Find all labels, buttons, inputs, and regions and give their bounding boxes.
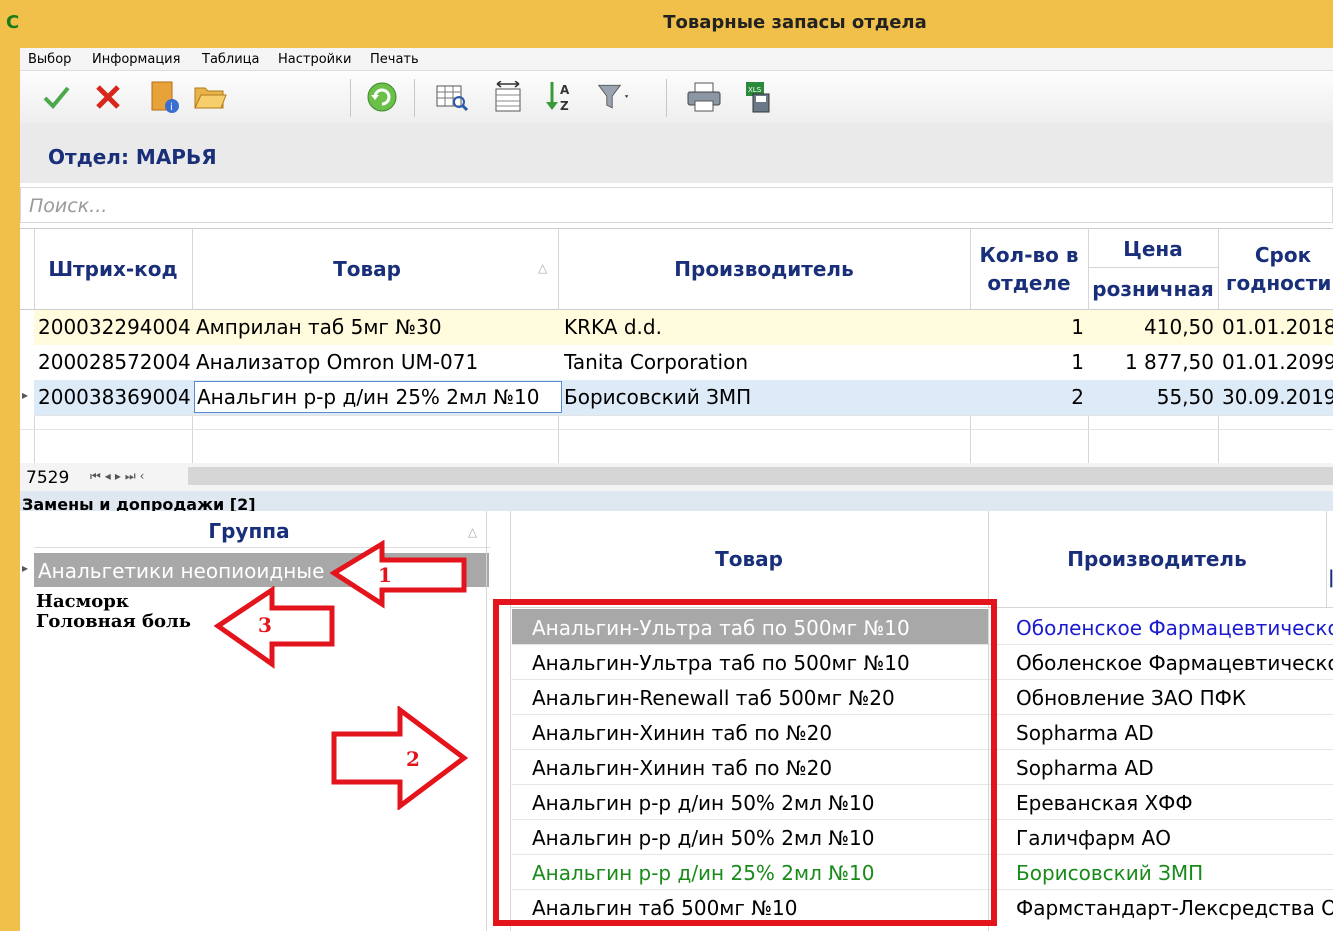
check-icon[interactable] bbox=[38, 79, 74, 115]
col-extra-header: | bbox=[1328, 567, 1333, 588]
col-expiry-header-line2: годности bbox=[1226, 271, 1332, 295]
svg-text:A: A bbox=[560, 83, 570, 97]
sort-indicator-icon: △ bbox=[538, 261, 548, 275]
col-qty-header-line2: отделе bbox=[987, 271, 1071, 295]
replacement-manufacturer[interactable]: Ереванская ХФФ bbox=[1016, 791, 1333, 815]
replacement-manufacturer[interactable]: Фармстандарт-Лексредства О. bbox=[1016, 896, 1333, 920]
replacement-manufacturer[interactable]: Sopharma AD bbox=[1016, 721, 1333, 745]
excel-save-icon[interactable]: XLS bbox=[740, 79, 776, 115]
cell-manufacturer: Борисовский ЗМП bbox=[564, 385, 752, 409]
menu-bar: Выбор Информация Таблица Настройки Печат… bbox=[20, 48, 1333, 71]
record-count: 7529 bbox=[26, 468, 70, 488]
cell-barcode: 200032294004 bbox=[38, 315, 191, 339]
col-manufacturer-header[interactable]: Производитель bbox=[988, 547, 1326, 571]
col-expiry-header-line1[interactable]: Срок bbox=[1218, 243, 1333, 267]
toolbar-separator bbox=[414, 79, 415, 117]
replacement-manufacturer[interactable]: Оболенское Фармацевтическо bbox=[1016, 651, 1333, 675]
replacements-title: Замены и допродажи [2] bbox=[22, 495, 256, 511]
navigation-arrows-icon[interactable]: ⏮◂▸⏭‹ bbox=[90, 469, 148, 484]
folder-open-icon[interactable] bbox=[192, 79, 228, 115]
replacement-manufacturer[interactable]: Обновление ЗАО ПФК bbox=[1016, 686, 1333, 710]
cell-price: 1 877,50 bbox=[1124, 350, 1214, 374]
department-label: Отдел: МАРЬЯ bbox=[48, 145, 217, 169]
annotation-highlight-box bbox=[493, 599, 997, 926]
menu-select[interactable]: Выбор bbox=[28, 52, 71, 67]
svg-text:Z: Z bbox=[560, 99, 569, 113]
toolbar-separator bbox=[666, 79, 667, 117]
cell-expiry: 30.09.2019 bbox=[1222, 385, 1333, 409]
cell-qty: 1 bbox=[1071, 315, 1084, 339]
cell-expiry: 01.01.2018 bbox=[1222, 315, 1333, 339]
menu-info[interactable]: Информация bbox=[92, 52, 180, 67]
annotation-label-2: 2 bbox=[406, 747, 420, 771]
col-manufacturer-header[interactable]: Производитель bbox=[558, 257, 970, 281]
department-header: Отдел: МАРЬЯ bbox=[20, 123, 1333, 183]
group-label[interactable]: Головная боль bbox=[36, 611, 191, 632]
annotation-arrow-2-icon: 2 bbox=[331, 706, 469, 810]
window-title: Товарные запасы отдела bbox=[663, 12, 927, 33]
group-label[interactable]: Насморк bbox=[36, 591, 129, 612]
cell-barcode: 200028572004 bbox=[38, 350, 191, 374]
cell-expiry: 01.01.2099 bbox=[1222, 350, 1333, 374]
svg-text:XLS: XLS bbox=[748, 86, 762, 94]
annotation-arrow-1-icon: 1 bbox=[330, 540, 467, 609]
stock-grid: Штрих-код Товар △ Производитель Кол-во в… bbox=[20, 228, 1333, 477]
search-bar bbox=[20, 187, 1333, 223]
col-price-header-line1[interactable]: Цена bbox=[1088, 237, 1218, 261]
column-width-icon[interactable] bbox=[490, 79, 526, 115]
menu-table[interactable]: Таблица bbox=[202, 52, 260, 67]
cell-product-focused[interactable]: Анальгин р-р д/ин 25% 2мл №10 bbox=[194, 381, 562, 413]
print-icon[interactable] bbox=[686, 79, 722, 115]
table-row[interactable]: 200028572004 Анализатор Omron UM-071 Tan… bbox=[34, 345, 1333, 381]
sort-indicator-icon: △ bbox=[468, 525, 478, 539]
table-row-selected[interactable]: ▸ 200038369004 Анальгин р-р д/ин 25% 2мл… bbox=[22, 380, 1333, 416]
col-product-header[interactable]: Товар bbox=[510, 547, 988, 571]
replacement-manufacturer[interactable]: Галичфарм АО bbox=[1016, 826, 1333, 850]
search-input[interactable] bbox=[27, 192, 1321, 220]
card-info-icon[interactable]: i bbox=[146, 79, 182, 115]
col-qty-header-line1[interactable]: Кол-во в bbox=[970, 243, 1088, 267]
row-indicator-icon: ▸ bbox=[22, 388, 29, 402]
cell-barcode: 200038369004 bbox=[38, 385, 191, 409]
cell-product: Амприлан таб 5мг №30 bbox=[196, 315, 442, 339]
menu-settings[interactable]: Настройки bbox=[278, 52, 351, 67]
toolbar: i AZ XLS bbox=[20, 71, 1333, 124]
replacement-manufacturer[interactable]: Sopharma AD bbox=[1016, 756, 1333, 780]
col-product-header[interactable]: Товар bbox=[192, 257, 542, 281]
group-label: Анальгетики неопиоидные bbox=[38, 559, 325, 583]
col-price-header-line2[interactable]: розничная bbox=[1088, 277, 1218, 301]
cell-price: 410,50 bbox=[1144, 315, 1214, 339]
col-barcode-header[interactable]: Штрих-код bbox=[34, 257, 192, 281]
row-indicator-icon: ▸ bbox=[22, 561, 29, 575]
replacement-manufacturer[interactable]: Оболенское Фармацевтическо bbox=[1016, 616, 1333, 640]
annotation-label-3: 3 bbox=[258, 613, 272, 637]
sort-az-icon[interactable]: AZ bbox=[542, 79, 578, 115]
cell-qty: 2 bbox=[1071, 385, 1084, 409]
cell-manufacturer: Tanita Corporation bbox=[564, 350, 748, 374]
refresh-icon[interactable] bbox=[364, 79, 400, 115]
grid-status-bar: 7529 ⏮◂▸⏭‹ bbox=[20, 463, 1333, 491]
table-search-icon[interactable] bbox=[434, 79, 470, 115]
close-icon[interactable] bbox=[90, 79, 126, 115]
annotation-arrow-3-icon: 3 bbox=[214, 586, 335, 669]
cell-qty: 1 bbox=[1071, 350, 1084, 374]
replacement-manufacturer-current[interactable]: Борисовский ЗМП bbox=[1016, 861, 1333, 885]
svg-text:i: i bbox=[170, 102, 173, 113]
cell-price: 55,50 bbox=[1156, 385, 1214, 409]
annotation-label-1: 1 bbox=[378, 563, 392, 587]
filter-icon[interactable] bbox=[596, 79, 632, 115]
menu-print[interactable]: Печать bbox=[370, 52, 419, 67]
table-row[interactable]: 200032294004 Амприлан таб 5мг №30 KRKA d… bbox=[34, 310, 1333, 346]
toolbar-separator bbox=[350, 79, 351, 117]
cell-manufacturer: KRKA d.d. bbox=[564, 315, 662, 339]
replacements-header: Замены и допродажи [2] bbox=[20, 491, 1333, 511]
title-bar: C Товарные запасы отдела bbox=[0, 0, 1333, 48]
horizontal-scrollbar[interactable] bbox=[188, 467, 1333, 485]
cell-product: Анализатор Omron UM-071 bbox=[196, 350, 479, 374]
